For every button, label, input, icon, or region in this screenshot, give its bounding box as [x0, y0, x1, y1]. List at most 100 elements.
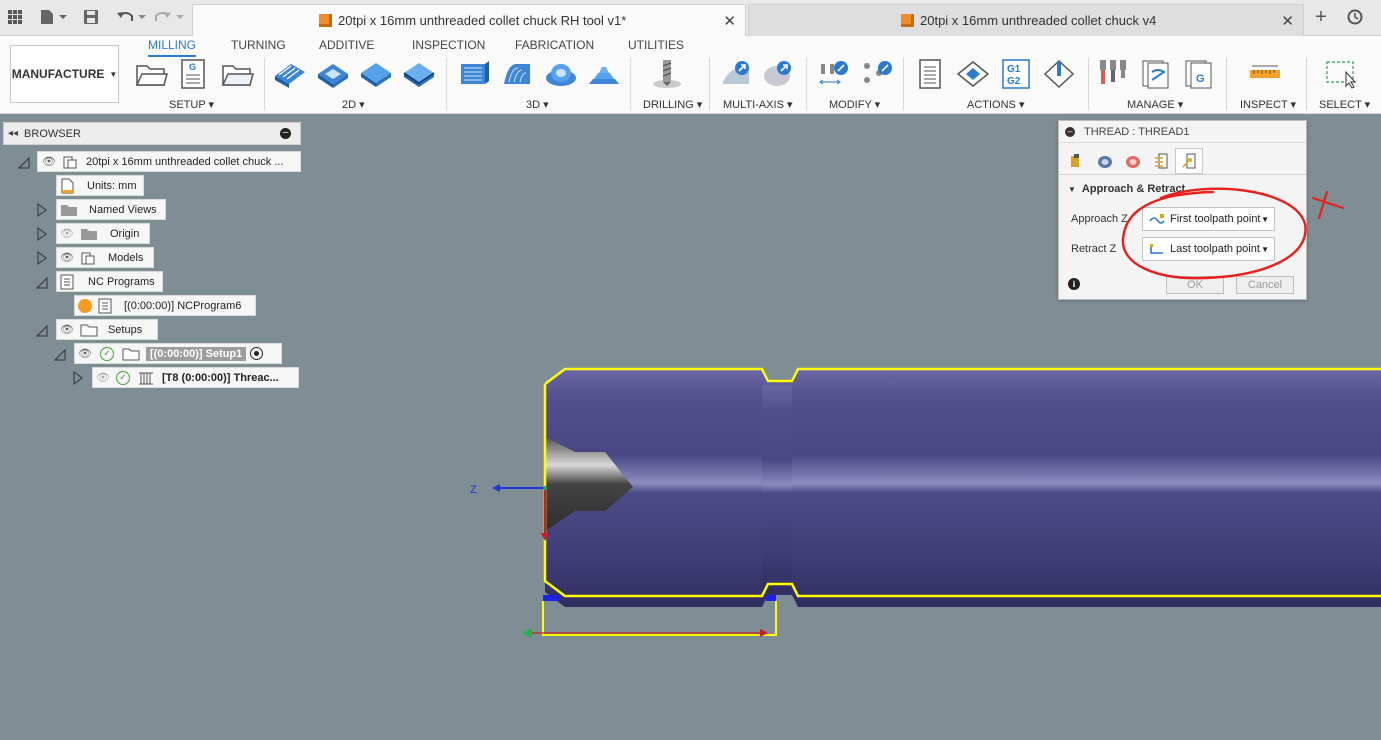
- group-multi-axis[interactable]: MULTI-AXIS ▾: [723, 98, 793, 111]
- divider: [1059, 174, 1306, 175]
- group-manage[interactable]: MANAGE ▾: [1127, 98, 1183, 111]
- browser-node-units[interactable]: Units: mm: [56, 175, 144, 196]
- eye-icon[interactable]: 👁: [78, 347, 92, 360]
- file-icon[interactable]: [36, 6, 70, 28]
- document-cube-icon: [319, 14, 332, 27]
- 3d-parallel-icon[interactable]: [544, 58, 578, 90]
- drill-icon[interactable]: [650, 58, 684, 90]
- browser-node-setup1[interactable]: 👁 ✓ [(0:00:00)] Setup1: [74, 343, 282, 364]
- save-icon[interactable]: [80, 6, 102, 28]
- thread-operation-icon: [138, 372, 153, 384]
- component-icon: [63, 156, 77, 168]
- browser-node-thread-operation[interactable]: 👁 ✓ [T8 (0:00:00)] Threac...: [92, 367, 299, 388]
- geometry-tab-icon: [1098, 156, 1112, 168]
- browser-node-nc-programs[interactable]: NC Programs: [56, 271, 163, 292]
- title-bar: 20tpi x 16mm unthreaded collet chuck RH …: [0, 0, 1381, 36]
- multi-axis-swarf-icon[interactable]: [762, 58, 796, 90]
- tab-inspection[interactable]: INSPECTION: [412, 38, 485, 52]
- divider: [1088, 58, 1089, 110]
- group-select[interactable]: SELECT ▾: [1319, 98, 1370, 111]
- browser-panel-header[interactable]: ◂◂ BROWSER –: [3, 122, 301, 145]
- 2d-contour-icon[interactable]: [402, 58, 436, 90]
- browser-title: BROWSER: [24, 127, 81, 140]
- eye-icon[interactable]: 👁: [60, 323, 74, 336]
- group-3d[interactable]: 3D ▾: [526, 98, 549, 111]
- template-library-icon[interactable]: [1140, 58, 1174, 90]
- tool-library-icon[interactable]: [1096, 58, 1130, 90]
- tab-milling[interactable]: MILLING: [148, 38, 197, 57]
- minimize-panel-icon[interactable]: –: [280, 128, 291, 139]
- dialog-title: THREAD : THREAD1: [1084, 125, 1190, 138]
- expanded-triangle-icon: [35, 276, 48, 289]
- undo-icon[interactable]: [114, 6, 148, 28]
- tab-heights[interactable]: [1119, 148, 1147, 174]
- minimize-dialog-icon[interactable]: –: [1065, 126, 1075, 137]
- browser-node-origin[interactable]: 👁 Origin: [56, 223, 150, 244]
- machine-simulation-icon[interactable]: [1042, 58, 1076, 90]
- tab-linking[interactable]: [1175, 148, 1203, 174]
- browser-node-models[interactable]: 👁 Models: [56, 247, 154, 268]
- browser-node-document[interactable]: 👁 20tpi x 16mm unthreaded collet chuck .…: [37, 151, 301, 172]
- new-tab-icon[interactable]: +: [1310, 6, 1332, 28]
- toolpath-trim-icon[interactable]: [818, 58, 852, 90]
- eye-icon[interactable]: 👁: [60, 251, 74, 264]
- collapse-arrows-icon[interactable]: ◂◂: [8, 128, 18, 139]
- tab-tool[interactable]: [1063, 148, 1091, 174]
- online-status-icon[interactable]: [1344, 6, 1366, 28]
- setup-folder-icon: [80, 324, 98, 336]
- simulate-icon[interactable]: [956, 58, 990, 90]
- turned-part-body[interactable]: [545, 369, 1381, 607]
- group-drilling[interactable]: DRILLING ▾: [643, 98, 702, 111]
- 3d-contour-icon[interactable]: [587, 58, 621, 90]
- post-process-icon[interactable]: G1G2: [999, 58, 1033, 90]
- setup-folder-icon[interactable]: [134, 58, 168, 90]
- eye-icon[interactable]: 👁: [42, 155, 56, 168]
- browser-node-setups[interactable]: 👁 Setups: [56, 319, 158, 340]
- toolpath-marker: [766, 595, 776, 601]
- post-library-icon[interactable]: G: [1183, 58, 1217, 90]
- multi-axis-contour-icon[interactable]: [720, 58, 754, 90]
- divider: [806, 58, 807, 110]
- tab-passes[interactable]: [1147, 148, 1175, 174]
- toolpath-pattern-icon[interactable]: [861, 58, 895, 90]
- close-tab-icon[interactable]: ✕: [1281, 12, 1294, 30]
- 3d-pocket-icon[interactable]: [501, 58, 535, 90]
- group-2d[interactable]: 2D ▾: [342, 98, 365, 111]
- tab-fabrication[interactable]: FABRICATION: [515, 38, 594, 52]
- measure-icon[interactable]: [1248, 58, 1282, 90]
- group-inspect[interactable]: INSPECT ▾: [1240, 98, 1296, 111]
- setup-sheet-doc-icon[interactable]: [913, 58, 947, 90]
- hidden-eye-icon[interactable]: 👁: [60, 227, 74, 240]
- group-setup[interactable]: SETUP ▾: [169, 98, 214, 111]
- close-tab-icon[interactable]: ✕: [723, 12, 736, 30]
- tab-turning[interactable]: TURNING: [231, 38, 286, 52]
- active-setup-icon[interactable]: [250, 347, 264, 360]
- tab-utilities[interactable]: UTILITIES: [628, 38, 684, 52]
- tab-label: 20tpi x 16mm unthreaded collet chuck v4: [920, 13, 1157, 28]
- workspace-switcher[interactable]: MANUFACTURE ▼: [10, 45, 119, 103]
- 2d-pocket-icon[interactable]: [316, 58, 350, 90]
- tab-additive[interactable]: ADDITIVE: [319, 38, 374, 52]
- toolbar-ribbon: MANUFACTURE ▼ MILLING TURNING ADDITIVE I…: [0, 36, 1381, 114]
- browser-node-named-views[interactable]: Named Views: [56, 199, 166, 220]
- hidden-eye-icon[interactable]: 👁: [96, 371, 110, 384]
- face-icon[interactable]: [359, 58, 393, 90]
- divider: [1306, 58, 1307, 110]
- browser-node-ncprogram6[interactable]: [(0:00:00)] NCProgram6: [74, 295, 256, 316]
- group-modify[interactable]: MODIFY ▾: [829, 98, 880, 111]
- checkmark-status-icon: ✓: [115, 370, 130, 385]
- tab-document-active[interactable]: 20tpi x 16mm unthreaded collet chuck RH …: [192, 4, 746, 36]
- group-actions[interactable]: ACTIONS ▾: [967, 98, 1024, 111]
- 3d-adaptive-icon[interactable]: [458, 58, 492, 90]
- grid-icon[interactable]: [4, 6, 26, 28]
- window-select-icon[interactable]: [1324, 58, 1358, 90]
- redo-icon[interactable]: [152, 6, 186, 28]
- svg-text:G: G: [1196, 73, 1205, 85]
- setup-sheet-icon[interactable]: [220, 58, 254, 90]
- tab-geometry[interactable]: [1091, 148, 1119, 174]
- tab-document-inactive[interactable]: 20tpi x 16mm unthreaded collet chuck v4 …: [748, 4, 1304, 36]
- nc-program-icon[interactable]: G: [177, 58, 211, 90]
- 2d-adaptive-icon[interactable]: [273, 58, 307, 90]
- dialog-header[interactable]: – THREAD : THREAD1: [1059, 121, 1306, 143]
- info-icon[interactable]: i: [1068, 278, 1080, 290]
